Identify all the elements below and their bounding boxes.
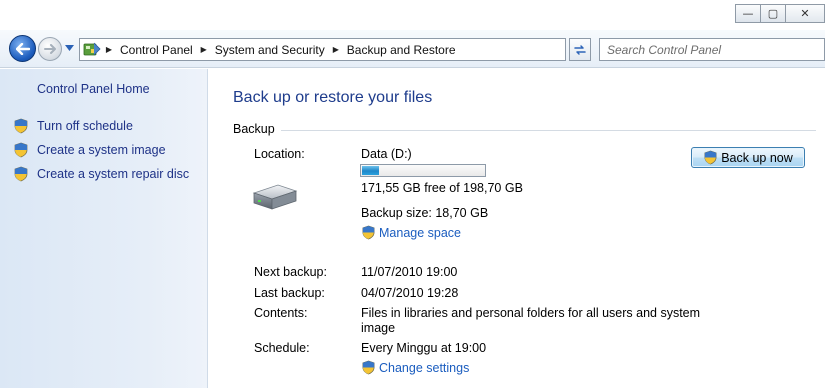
minimize-icon: — [742,7,754,20]
recent-pages-button[interactable] [65,44,75,54]
back-arrow-icon [15,42,30,55]
contents-value-line1: Files in libraries and personal folders … [361,306,701,320]
uac-shield-icon [362,360,375,375]
manage-space-link[interactable]: Manage space [361,225,461,240]
location-value: Data (D:) [361,147,412,161]
next-backup-label: Next backup: [254,265,327,279]
forward-button[interactable] [38,37,62,61]
manage-space-label: Manage space [379,225,462,240]
backup-section-label: Backup [233,122,275,136]
control-panel-icon [82,41,102,58]
address-bar[interactable]: ▶ Control Panel ▶ System and Security ▶ … [79,38,566,61]
uac-shield-icon [14,166,28,182]
breadcrumb-separator-icon[interactable]: ▶ [197,45,211,54]
title-bar: — ▢ ✕ [0,0,825,30]
disk-usage-fill [362,166,379,175]
contents-label: Contents: [254,306,308,320]
hard-drive-icon [250,183,300,216]
sidebar: Control Panel Home Turn off schedule Cre… [0,69,208,388]
schedule-value: Every Minggu at 19:00 [361,341,487,355]
navigation-bar: ▶ Control Panel ▶ System and Security ▶ … [0,30,825,68]
breadcrumb-separator-icon[interactable]: ▶ [329,45,343,54]
search-input[interactable] [600,39,824,60]
disk-space-text: 171,55 GB free of 198,70 GB [361,181,523,195]
refresh-icon [574,44,586,55]
search-box[interactable] [599,38,825,61]
uac-shield-icon [704,150,717,165]
sidebar-item-create-system-image[interactable]: Create a system image [13,142,166,158]
sidebar-item-label: Create a system image [37,143,166,157]
last-backup-label: Last backup: [254,286,325,300]
change-settings-label: Change settings [379,360,470,375]
last-backup-value: 04/07/2010 19:28 [361,286,459,300]
refresh-button[interactable] [569,38,591,61]
close-icon: ✕ [800,7,810,20]
breadcrumb-backup-and-restore[interactable]: Backup and Restore [343,43,460,57]
disk-usage-bar [360,164,486,177]
breadcrumb-control-panel[interactable]: Control Panel [116,43,197,57]
sidebar-item-turn-off-schedule[interactable]: Turn off schedule [13,118,133,134]
control-panel-home-link[interactable]: Control Panel Home [37,82,150,96]
back-button[interactable] [9,35,36,62]
schedule-label: Schedule: [254,341,310,355]
chevron-down-icon [65,45,74,51]
maximize-button[interactable]: ▢ [760,4,786,23]
sidebar-item-label: Create a system repair disc [37,167,190,181]
uac-shield-icon [14,142,28,158]
contents-value-line2: image [361,321,396,335]
section-divider [281,130,816,131]
next-backup-value: 11/07/2010 19:00 [361,265,458,279]
location-label: Location: [254,147,305,161]
uac-shield-icon [362,225,375,240]
minimize-button[interactable]: — [735,4,761,23]
maximize-icon: ▢ [767,7,779,20]
change-settings-link[interactable]: Change settings [361,360,469,375]
backup-size-text: Backup size: 18,70 GB [361,206,489,220]
forward-arrow-icon [44,44,56,54]
sidebar-item-create-system-repair-disc[interactable]: Create a system repair disc [13,166,189,182]
main-content: Back up or restore your files Backup Loc… [209,69,825,388]
back-up-now-label: Back up now [721,150,793,165]
sidebar-item-label: Turn off schedule [37,119,133,133]
breadcrumb-system-and-security[interactable]: System and Security [211,43,329,57]
back-up-now-button[interactable]: Back up now [691,147,805,168]
uac-shield-icon [14,118,28,134]
window-controls: — ▢ ✕ [735,4,825,24]
breadcrumb-separator-icon[interactable]: ▶ [102,45,116,54]
page-title: Back up or restore your files [233,89,433,106]
close-button[interactable]: ✕ [785,4,825,23]
